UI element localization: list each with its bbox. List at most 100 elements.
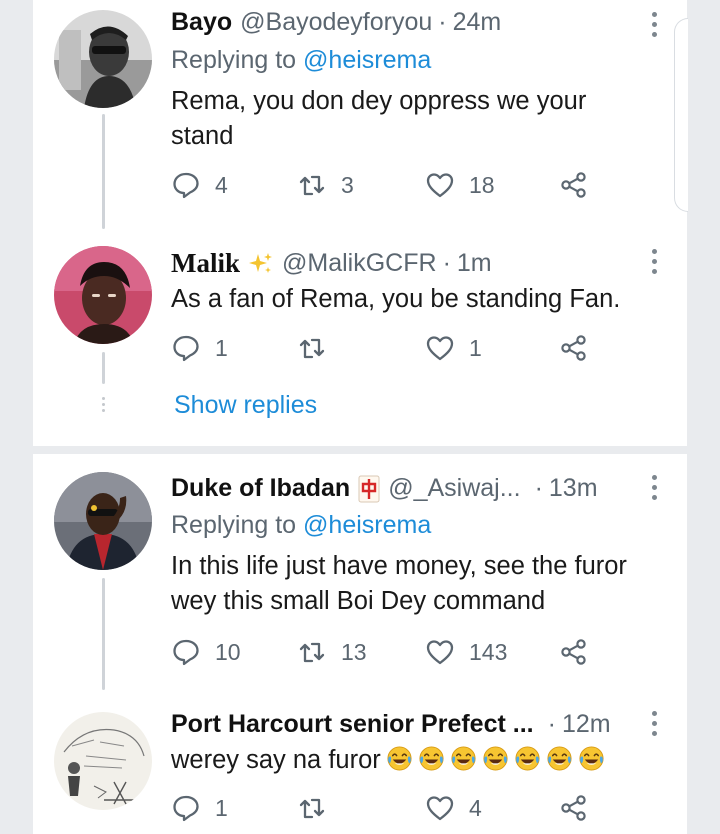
timestamp[interactable]: 13m — [549, 474, 598, 503]
replying-to: Replying to @heisrema — [171, 46, 431, 75]
reply-icon — [173, 639, 199, 666]
tweet-header: Duke of Ibadan @_Asiwaj... · 13m — [171, 474, 598, 503]
sparkles-icon — [248, 251, 274, 277]
reply-icon — [173, 795, 199, 822]
share-button[interactable] — [559, 333, 589, 363]
face-with-tears-of-joy-icon — [515, 746, 540, 771]
display-name[interactable]: Duke of Ibadan — [171, 474, 350, 503]
more-options-icon[interactable] — [652, 249, 657, 274]
face-with-tears-of-joy-icon — [387, 746, 412, 771]
emoji-row — [381, 746, 605, 774]
more-options-icon[interactable] — [652, 12, 657, 37]
tweet-header: Bayo @Bayodeyforyou · 24m — [171, 8, 501, 37]
share-button[interactable] — [559, 170, 589, 200]
reply-count: 10 — [215, 638, 241, 665]
mahjong-red-dragon-icon — [358, 475, 380, 503]
display-name[interactable]: Bayo — [171, 8, 232, 37]
more-options-icon[interactable] — [652, 475, 657, 500]
reply-icon — [173, 335, 199, 362]
reply-button[interactable]: 1 — [171, 793, 228, 823]
tweet-header: Port Harcourt senior Prefect ... · 12m — [171, 710, 611, 739]
like-button[interactable]: 4 — [425, 793, 482, 823]
retweet-button[interactable] — [297, 793, 341, 823]
user-handle[interactable]: @Bayodeyforyou — [240, 8, 432, 37]
retweet-button[interactable]: 13 — [297, 637, 367, 667]
face-with-tears-of-joy-icon — [451, 746, 476, 771]
replying-to-label: Replying to — [171, 46, 297, 74]
thread-line — [102, 352, 105, 384]
tweet-text: In this life just have money, see the fu… — [171, 552, 627, 615]
like-count: 1 — [469, 334, 482, 361]
heart-icon — [426, 173, 454, 198]
avatar[interactable] — [54, 246, 152, 344]
user-handle[interactable]: @MalikGCFR — [282, 249, 437, 278]
share-button[interactable] — [559, 793, 589, 823]
timestamp[interactable]: 12m — [562, 710, 611, 739]
retweet-icon — [299, 175, 325, 196]
avatar[interactable] — [54, 472, 152, 570]
share-button[interactable] — [559, 637, 589, 667]
share-icon — [561, 795, 586, 821]
scroll-indicator[interactable] — [674, 18, 688, 212]
retweet-count: 13 — [341, 638, 367, 665]
reply-count: 1 — [215, 794, 228, 821]
share-icon — [561, 639, 586, 665]
avatar[interactable] — [54, 712, 152, 810]
retweet-count: 3 — [341, 171, 354, 198]
separator-dot: · — [534, 474, 543, 502]
like-count: 18 — [469, 171, 495, 198]
timestamp[interactable]: 24m — [453, 8, 502, 37]
replying-to-mention[interactable]: @heisrema — [303, 46, 431, 74]
avatar[interactable] — [54, 10, 152, 108]
retweet-icon — [299, 798, 325, 819]
separator-dot: · — [547, 710, 556, 738]
heart-icon — [426, 796, 454, 821]
replying-to: Replying to @heisrema — [171, 511, 431, 540]
like-count: 4 — [469, 794, 482, 821]
like-count: 143 — [469, 638, 508, 665]
retweet-button[interactable] — [297, 333, 341, 363]
tweet-actions: 4 3 18 — [171, 170, 601, 206]
replying-to-mention[interactable]: @heisrema — [303, 511, 431, 539]
heart-icon — [426, 640, 454, 665]
collapsed-thread-dots — [102, 397, 105, 412]
reply-count: 1 — [215, 334, 228, 361]
tweet-text-content: werey say na furor — [171, 746, 381, 774]
tweet-header: Malik @MalikGCFR · 1m — [171, 248, 492, 279]
separator-dot: · — [438, 8, 447, 36]
tweet-actions: 1 1 — [171, 333, 601, 369]
like-button[interactable]: 18 — [425, 170, 495, 200]
face-with-tears-of-joy-icon — [547, 746, 572, 771]
like-button[interactable]: 1 — [425, 333, 482, 363]
reply-count: 4 — [215, 171, 228, 198]
retweet-button[interactable]: 3 — [297, 170, 354, 200]
tweet-actions: 10 13 143 — [171, 637, 601, 673]
share-icon — [561, 172, 586, 198]
reply-button[interactable]: 1 — [171, 333, 228, 363]
user-handle[interactable]: @_Asiwaj... — [388, 474, 520, 503]
share-icon — [561, 335, 586, 361]
display-name[interactable]: Port Harcourt senior Prefect ... — [171, 710, 534, 739]
reply-button[interactable]: 4 — [171, 170, 228, 200]
reply-button[interactable]: 10 — [171, 637, 241, 667]
section-divider — [33, 446, 687, 454]
face-with-tears-of-joy-icon — [483, 746, 508, 771]
show-replies-link[interactable]: Show replies — [174, 391, 317, 420]
more-options-icon[interactable] — [652, 711, 657, 736]
reply-icon — [173, 172, 199, 199]
face-with-tears-of-joy-icon — [579, 746, 604, 771]
timestamp[interactable]: 1m — [457, 249, 492, 278]
thread-line — [102, 114, 105, 229]
retweet-icon — [299, 338, 325, 359]
tweet-text: As a fan of Rema, you be standing Fan. — [171, 285, 621, 313]
tweet-text: werey say na furor — [171, 743, 659, 778]
heart-icon — [426, 336, 454, 361]
retweet-icon — [299, 642, 325, 663]
thread-line — [102, 578, 105, 690]
timeline: Bayo @Bayodeyforyou · 24m Replying to @h… — [33, 0, 688, 834]
replying-to-label: Replying to — [171, 511, 297, 539]
tweet-text: Rema, you don dey oppress we your stand — [171, 87, 587, 150]
like-button[interactable]: 143 — [425, 637, 507, 667]
display-name[interactable]: Malik — [171, 248, 240, 279]
tweet-actions: 1 4 — [171, 793, 601, 829]
